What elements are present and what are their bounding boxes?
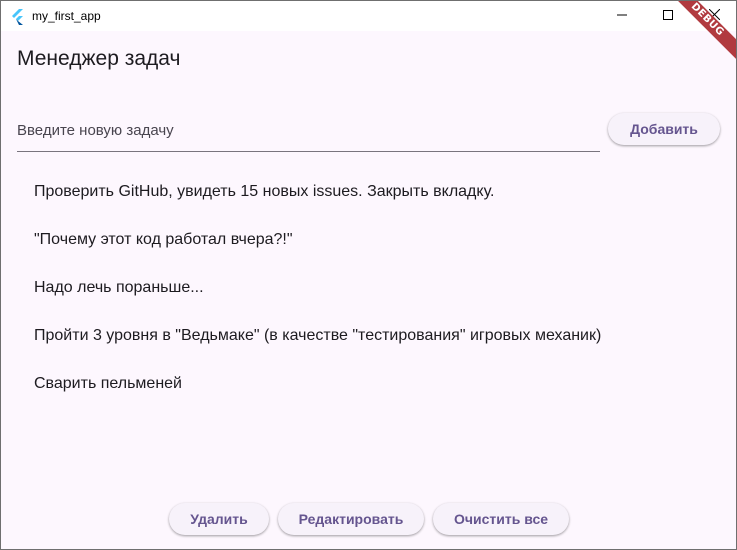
minimize-icon [617, 7, 627, 25]
window-title: my_first_app [32, 9, 101, 23]
maximize-icon [663, 7, 673, 25]
task-item[interactable]: Пройти 3 уровня в "Ведьмаке" (в качестве… [34, 327, 601, 351]
task-item[interactable]: Сварить пельменей [34, 375, 182, 399]
page-title: Менеджер задач [17, 47, 181, 70]
delete-button[interactable]: Удалить [169, 503, 269, 535]
edit-button[interactable]: Редактировать [278, 503, 424, 535]
task-item[interactable]: Надо лечь пораньше... [34, 279, 204, 303]
flutter-logo-icon [11, 9, 25, 25]
minimize-button[interactable] [599, 1, 645, 31]
task-item[interactable]: "Почему этот код работал вчера?!" [34, 231, 293, 255]
title-bar: my_first_app [1, 1, 736, 31]
task-input-field [17, 111, 600, 152]
app-window: my_first_app DEBUG Менеджер задач Добави… [0, 0, 737, 550]
task-item[interactable]: Проверить GitHub, увидеть 15 новых issue… [34, 183, 494, 207]
clear-all-button[interactable]: Очистить все [433, 503, 569, 535]
add-button[interactable]: Добавить [608, 113, 720, 145]
task-input[interactable] [17, 111, 600, 149]
